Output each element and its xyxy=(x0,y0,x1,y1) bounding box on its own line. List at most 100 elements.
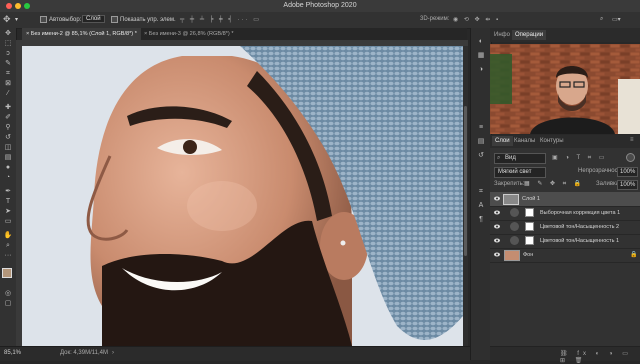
swatches-panel-icon[interactable]: ▦ xyxy=(476,52,486,59)
visibility-eye-icon[interactable] xyxy=(494,196,500,201)
layer-mask-thumbnail xyxy=(525,236,534,245)
filter-toggle[interactable] xyxy=(626,153,635,162)
tab-info[interactable]: Инфо xyxy=(494,32,510,38)
clone-stamp-tool-icon[interactable]: ⚲ xyxy=(3,124,13,131)
path-select-tool-icon[interactable]: ➤ xyxy=(3,208,13,215)
move-tool-icon[interactable]: ✥ xyxy=(3,30,13,37)
visibility-eye-icon[interactable] xyxy=(494,224,500,229)
auto-select-dropdown[interactable]: Слой xyxy=(82,15,105,23)
lock-label: Закрепить: xyxy=(494,181,525,187)
layer-actions-icons[interactable]: ⛓ fx ◐ ◑ ▭ ⊞ 🗑 xyxy=(560,350,640,364)
document-tab-label: Без имени-3 @ 26,8% (RGB/8*) * xyxy=(148,31,234,37)
fill-field[interactable]: 100% xyxy=(617,180,639,190)
filter-icons-group[interactable]: ▣ ◑ T ⌗ ▭ xyxy=(552,154,607,162)
3d-mode-icons[interactable]: ◉ ⟲ ✥ ⇹ ▪ xyxy=(453,16,500,23)
more-tools-icon[interactable]: ··· xyxy=(3,252,13,259)
quick-select-tool-icon[interactable]: ✎ xyxy=(3,60,13,67)
move-tool-icon[interactable]: ✥ xyxy=(3,14,11,25)
document-info[interactable]: Док: 4,39М/11,4М xyxy=(60,350,108,356)
layer-row-selected[interactable]: Слой 1 xyxy=(490,192,640,207)
history-panel-icon[interactable]: ↺ xyxy=(476,152,486,159)
layer-row[interactable]: Цветовой тон/Насыщенность 2 xyxy=(490,220,640,235)
layer-row[interactable]: Фон 🔒 xyxy=(490,248,640,263)
layer-row[interactable]: Цветовой тон/Насыщенность 1 xyxy=(490,234,640,249)
frame-tool-icon[interactable]: ⊠ xyxy=(3,80,13,87)
paths-panel-icon[interactable]: ⌗ xyxy=(476,188,486,195)
adjustment-layer-icon xyxy=(510,222,519,231)
blur-tool-icon[interactable]: ● xyxy=(3,164,13,171)
visibility-eye-icon[interactable] xyxy=(494,238,500,243)
eraser-tool-icon[interactable]: ◫ xyxy=(3,144,13,151)
lasso-tool-icon[interactable]: ↄ xyxy=(3,50,13,57)
auto-select-value: Слой xyxy=(82,15,105,23)
zoom-tool-icon[interactable]: ⌕ xyxy=(3,242,13,249)
pen-tool-icon[interactable]: ✒ xyxy=(3,188,13,195)
align-icons-group[interactable]: ╤ ╪ ╧ ┝ ┿ ┥ ··· ▭ xyxy=(180,16,261,23)
hand-tool-icon[interactable]: ✋ xyxy=(3,232,13,239)
show-controls-checkbox[interactable] xyxy=(111,16,118,23)
adjustment-layer-icon xyxy=(510,208,519,217)
workspace-icon[interactable]: ▭▾ xyxy=(612,16,621,23)
brush-tool-icon[interactable]: ✐ xyxy=(3,114,13,121)
auto-select-checkbox[interactable] xyxy=(40,16,47,23)
tab-channels[interactable]: Каналы xyxy=(514,138,535,144)
layer-thumbnail xyxy=(503,194,519,205)
character-panel-icon[interactable]: A xyxy=(476,202,486,209)
eyedropper-tool-icon[interactable]: ⁄ xyxy=(3,90,13,97)
screen-mode-icon[interactable]: ▢ xyxy=(3,300,13,307)
libraries-panel-icon[interactable]: ▤ xyxy=(476,138,486,145)
gradient-tool-icon[interactable]: ▤ xyxy=(3,154,13,161)
visibility-eye-icon[interactable] xyxy=(494,210,500,215)
lock-icons-group[interactable]: ▦ ✎ ✥ ⌗ 🔒 xyxy=(524,180,584,188)
collapsed-panels-column: ◐ ▦ ◑ ≡ ▤ ↺ ⌗ A ¶ xyxy=(470,28,492,360)
blend-mode-value: Мягкий свет xyxy=(498,169,532,175)
document-tab-bar: × Без имени-2 @ 85,1% (Слой 1, RGB/8*) *… xyxy=(22,28,467,40)
zoom-level[interactable]: 85,1% xyxy=(4,350,21,356)
show-controls-option[interactable]: Показать упр. элем. xyxy=(111,16,176,23)
scrollbar-thumb[interactable] xyxy=(464,106,467,256)
document-tab[interactable]: × Без имени-3 @ 26,8% (RGB/8*) * xyxy=(140,28,238,40)
layer-name[interactable]: Фон xyxy=(523,252,533,258)
tab-actions[interactable]: Операции xyxy=(512,30,547,40)
tool-preset-dropdown[interactable]: ▾ xyxy=(15,16,18,23)
panel-menu-icon[interactable]: ≡ xyxy=(630,137,634,143)
layer-row[interactable]: Выборочная коррекция цвета 1 xyxy=(490,206,640,221)
tab-paths[interactable]: Контуры xyxy=(540,138,564,144)
marquee-tool-icon[interactable]: ⬚ xyxy=(3,40,13,47)
canvas-vertical-scrollbar[interactable] xyxy=(463,46,468,346)
document-canvas[interactable] xyxy=(22,46,463,346)
quick-mask-icon[interactable]: ◎ xyxy=(3,290,13,297)
adjustments-panel-icon[interactable]: ◑ xyxy=(476,66,486,73)
tab-close-icon[interactable]: × xyxy=(144,31,147,37)
layer-filter-dropdown[interactable]: ⌕ Вид xyxy=(494,153,546,164)
dodge-tool-icon[interactable]: ◔ xyxy=(3,174,13,181)
layer-name[interactable]: Выборочная коррекция цвета 1 xyxy=(540,210,620,216)
search-icon[interactable]: ⌕ xyxy=(600,16,606,23)
auto-select-label: Автовыбор: xyxy=(49,17,82,24)
opacity-field[interactable]: 100% xyxy=(617,167,639,177)
history-brush-tool-icon[interactable]: ↺ xyxy=(3,134,13,141)
tab-layers[interactable]: Слои xyxy=(492,136,513,146)
tools-panel: ✥ ⬚ ↄ ✎ ⌗ ⊠ ⁄ ✚ ✐ ⚲ ↺ ◫ ▤ ● ◔ ✒ T ➤ ▭ ✋ … xyxy=(0,28,17,346)
webcam-overlay xyxy=(490,44,640,134)
type-tool-icon[interactable]: T xyxy=(3,198,13,205)
status-menu-arrow-icon[interactable]: › xyxy=(112,350,114,356)
document-tab-active[interactable]: × Без имени-2 @ 85,1% (Слой 1, RGB/8*) * xyxy=(22,28,141,40)
layer-name[interactable]: Цветовой тон/Насыщенность 1 xyxy=(540,238,619,244)
layer-mask-thumbnail xyxy=(525,222,534,231)
properties-panel-icon[interactable]: ≡ xyxy=(476,124,486,131)
color-panel-icon[interactable]: ◐ xyxy=(476,38,486,45)
healing-brush-tool-icon[interactable]: ✚ xyxy=(3,104,13,111)
auto-select-option[interactable]: Автовыбор: xyxy=(40,16,81,23)
layer-name[interactable]: Цветовой тон/Насыщенность 2 xyxy=(540,224,619,230)
layer-name[interactable]: Слой 1 xyxy=(522,196,540,202)
tab-close-icon[interactable]: × xyxy=(26,31,29,37)
lock-icon: 🔒 xyxy=(630,252,638,258)
visibility-eye-icon[interactable] xyxy=(494,252,500,257)
status-bar: 85,1% Док: 4,39М/11,4М › xyxy=(0,346,470,361)
paragraph-panel-icon[interactable]: ¶ xyxy=(476,216,486,223)
blend-mode-dropdown[interactable]: Мягкий свет xyxy=(494,167,546,178)
foreground-color-swatch[interactable] xyxy=(2,268,12,278)
crop-tool-icon[interactable]: ⌗ xyxy=(3,70,13,77)
shape-tool-icon[interactable]: ▭ xyxy=(3,218,13,225)
